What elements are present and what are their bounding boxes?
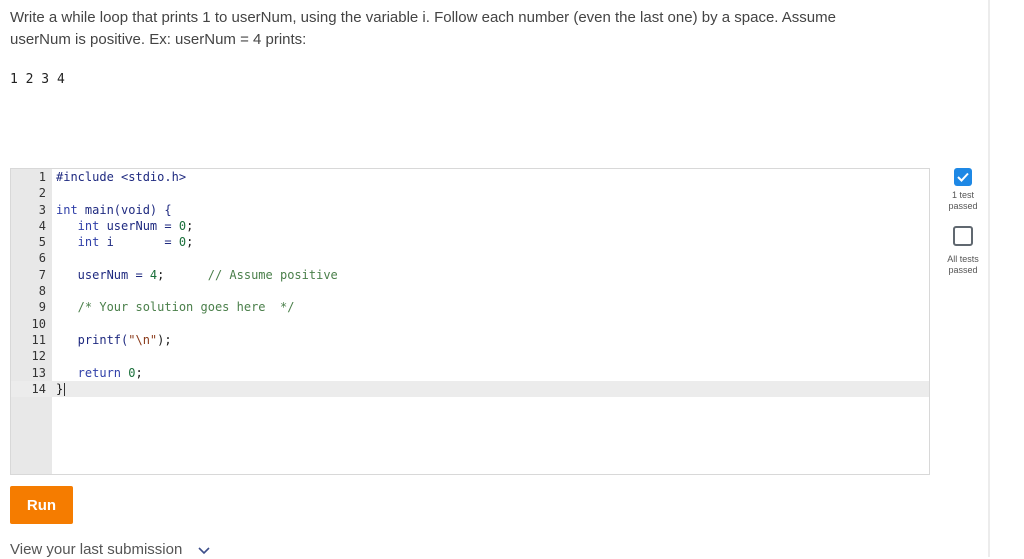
run-button[interactable]: Run — [10, 486, 73, 524]
code-text: userNum = 4; // Assume positive — [56, 267, 338, 283]
code-token: "\n" — [128, 332, 158, 347]
code-token: ; — [157, 267, 208, 282]
code-token: #include <stdio.h> — [56, 170, 187, 184]
all-tests-label-line-1: All tests — [947, 254, 979, 264]
code-line[interactable]: 7 userNum = 4; // Assume positive — [11, 267, 929, 283]
code-text: /* Your solution goes here */ — [56, 299, 295, 315]
chevron-down-icon — [198, 542, 211, 559]
view-last-submission-link[interactable]: View your last submission — [10, 541, 211, 559]
code-text: printf("\n"); — [56, 332, 172, 348]
code-text: return 0; — [56, 365, 143, 381]
code-text: } — [56, 381, 66, 397]
code-editor[interactable]: 1 #include <stdio.h> 2 3 int main(void) {4 i… — [10, 168, 930, 475]
code-line[interactable]: 5 int i = 0; — [11, 234, 929, 250]
code-token: ); — [157, 332, 172, 347]
view-last-submission-label: View your last submission — [10, 541, 183, 558]
line-number: 9 — [38, 300, 46, 315]
code-line[interactable]: 8 — [11, 283, 929, 299]
code-token: int — [56, 235, 107, 250]
code-line[interactable]: 12 — [11, 348, 929, 364]
code-line[interactable]: 14} — [11, 380, 929, 398]
code-token: /* Your solution goes here */ — [56, 300, 295, 315]
line-number: 12 — [31, 349, 46, 364]
check-icon — [957, 172, 969, 182]
page-right-divider — [988, 0, 990, 557]
code-line[interactable]: 4 int userNum = 0; — [11, 218, 929, 234]
text-cursor — [64, 382, 66, 396]
line-number: 6 — [38, 251, 46, 266]
test-1-label-line-1: 1 test — [951, 190, 974, 200]
code-token: int — [56, 218, 107, 233]
line-number: 3 — [38, 202, 46, 217]
line-number: 7 — [38, 267, 46, 282]
line-number: 5 — [38, 235, 46, 250]
code-token: 0 — [178, 235, 187, 250]
line-number: 13 — [31, 365, 46, 380]
line-number: 10 — [31, 316, 46, 331]
line-number: 2 — [38, 186, 46, 201]
test-status-column: 1 test passed All tests passed — [945, 168, 981, 276]
code-token: i = — [106, 235, 179, 250]
line-number: 1 — [38, 170, 46, 184]
code-token: ; — [135, 365, 143, 380]
all-tests-label: All tests passed — [945, 254, 981, 276]
code-text: int userNum = 0; — [56, 218, 194, 234]
line-number: 11 — [31, 332, 46, 347]
prompt-line-2: userNum is positive. Ex: userNum = 4 pri… — [10, 31, 307, 48]
code-token: ; — [186, 235, 194, 250]
code-token: userNum = — [56, 267, 150, 282]
code-line[interactable]: 3 int main(void) { — [11, 202, 929, 218]
code-text: #include <stdio.h> — [56, 169, 186, 185]
problem-prompt: Write a while loop that prints 1 to user… — [10, 7, 910, 51]
prompt-line-1: Write a while loop that prints 1 to user… — [10, 9, 836, 26]
code-line[interactable]: 9 /* Your solution goes here */ — [11, 299, 929, 315]
code-lines[interactable]: 1 #include <stdio.h> 2 3 int main(void) {4 i… — [11, 169, 929, 398]
code-token: int — [56, 202, 85, 217]
line-number: 8 — [38, 284, 46, 299]
all-tests-label-line-2: passed — [948, 265, 978, 275]
example-output: 1 2 3 4 — [10, 72, 65, 87]
code-line[interactable]: 6 — [11, 250, 929, 266]
code-line[interactable]: 10 — [11, 316, 929, 332]
code-line[interactable]: 1 #include <stdio.h> — [11, 169, 929, 185]
code-token: // Assume positive — [207, 267, 338, 282]
code-line[interactable]: 2 — [11, 185, 929, 201]
code-token: } — [56, 381, 64, 396]
test-1-label-line-2: passed — [948, 201, 978, 211]
code-token: userNum = — [106, 218, 179, 233]
test-1-checkbox — [954, 168, 972, 186]
all-tests-checkbox — [953, 226, 973, 246]
code-token: main(void) { — [84, 202, 172, 217]
code-token: return — [56, 365, 129, 380]
test-1-label: 1 test passed — [945, 190, 981, 212]
code-line[interactable]: 13 return 0; — [11, 365, 929, 381]
code-token: printf( — [56, 332, 129, 347]
line-number: 14 — [31, 381, 46, 396]
code-text: int main(void) { — [56, 202, 172, 218]
code-token: ; — [186, 218, 194, 233]
code-token: 0 — [178, 218, 187, 233]
code-text: int i = 0; — [56, 234, 194, 250]
code-line[interactable]: 11 printf("\n"); — [11, 332, 929, 348]
line-number: 4 — [38, 218, 46, 233]
